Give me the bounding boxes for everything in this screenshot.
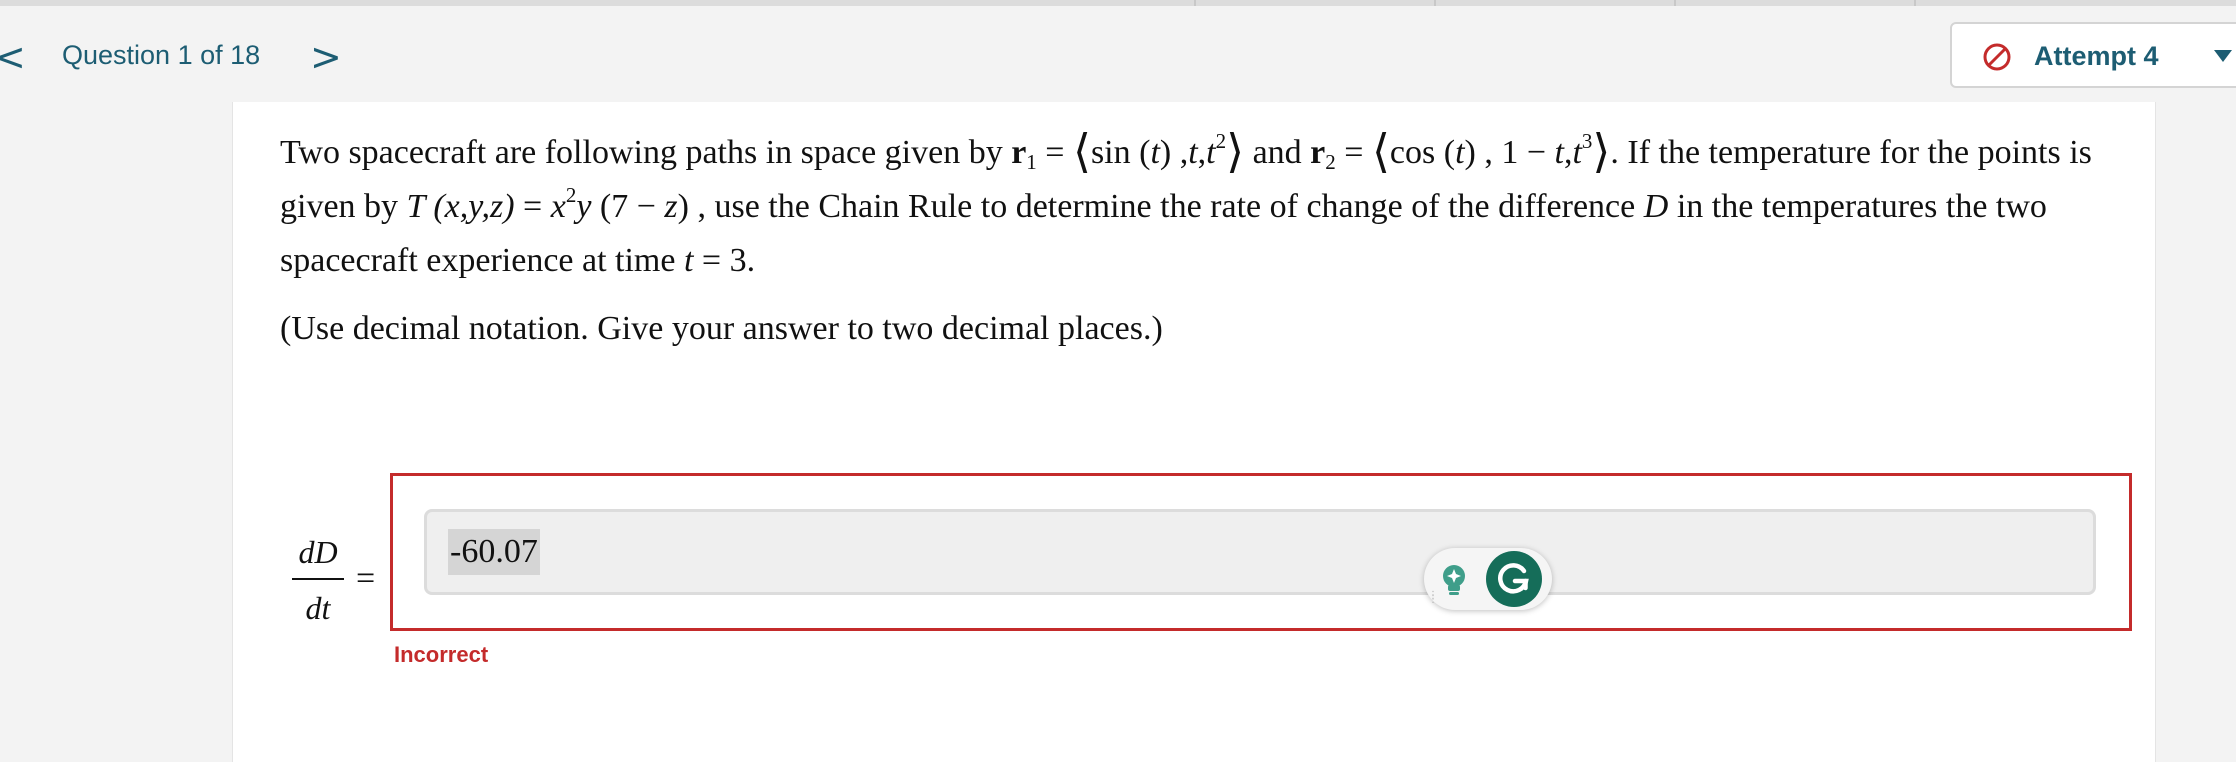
lightbulb-icon[interactable]	[1436, 561, 1472, 597]
answer-value[interactable]: -60.07	[448, 529, 540, 575]
divider-tick	[1194, 0, 1196, 6]
status-message: Incorrect	[394, 642, 489, 667]
attempt-label: Attempt 4	[2034, 41, 2159, 71]
equals-sign: =	[356, 560, 376, 597]
fraction-bar	[292, 578, 344, 580]
grammarly-icon[interactable]	[1486, 551, 1542, 607]
fraction-denominator: dt	[305, 590, 331, 626]
next-question-button[interactable]: >	[310, 38, 342, 76]
chevron-down-icon	[2214, 50, 2232, 62]
prohibited-icon	[1983, 43, 2011, 71]
fraction-numerator: dD	[298, 534, 338, 570]
top-divider	[0, 0, 2236, 6]
derivative-label: dD dt	[292, 532, 344, 628]
divider-tick	[1434, 0, 1436, 6]
previous-question-button[interactable]: <	[0, 38, 26, 76]
divider-tick	[1914, 0, 1916, 6]
divider-tick	[1674, 0, 1676, 6]
answer-instruction: (Use decimal notation. Give your answer …	[280, 310, 1163, 347]
answer-input[interactable]	[424, 509, 2096, 595]
attempt-dropdown[interactable]: Attempt 4	[1950, 22, 2236, 88]
question-text: Two spacecraft are following paths in sp…	[280, 124, 2092, 279]
question-counter: Question 1 of 18	[62, 40, 261, 70]
grammarly-widget[interactable]: ⋮ ⋮	[1424, 548, 1552, 610]
drag-handle-icon[interactable]: ⋮ ⋮	[1428, 591, 1438, 606]
